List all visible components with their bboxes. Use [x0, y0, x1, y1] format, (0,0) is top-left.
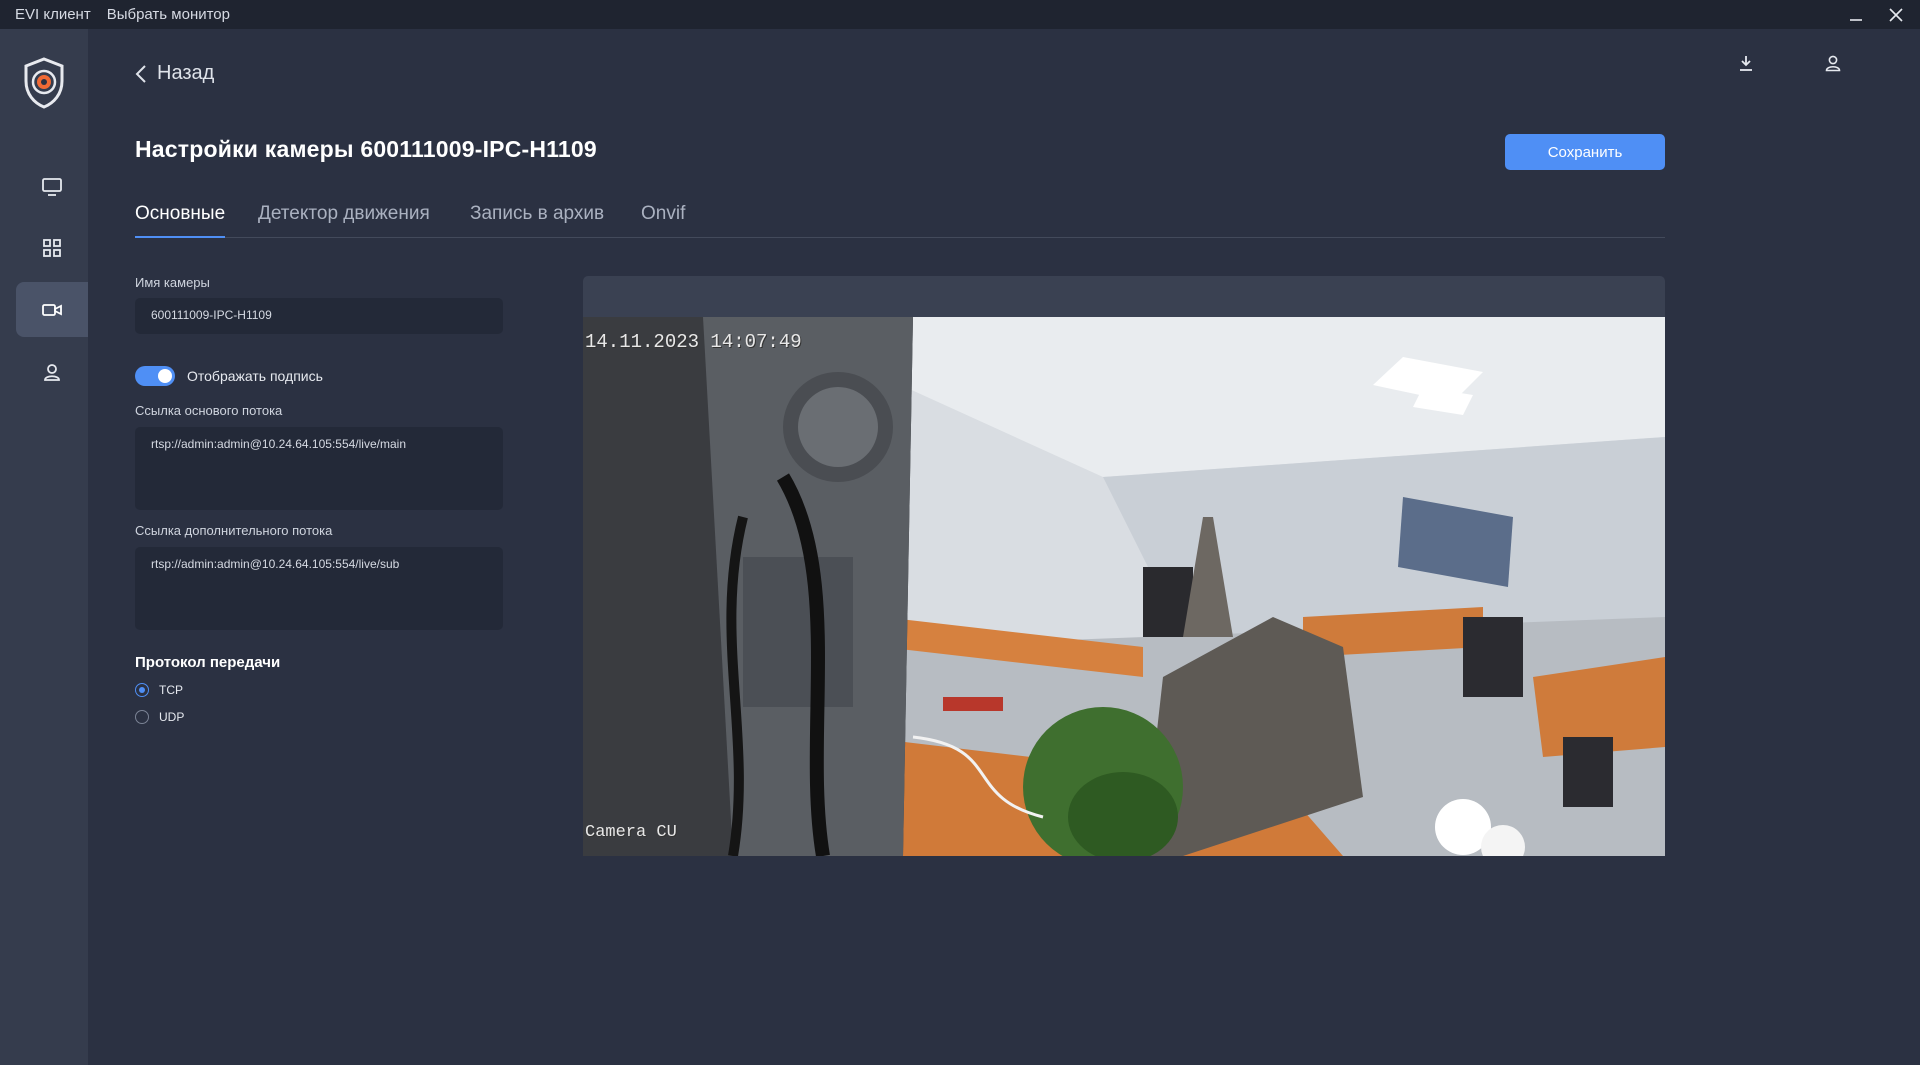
tab-archive-recording[interactable]: Запись в архив [470, 200, 604, 238]
tab-bar: Основные Детектор движения Запись в архи… [135, 200, 1665, 238]
sidebar-item-grid[interactable] [16, 220, 88, 275]
toggle-knob [158, 369, 172, 383]
grid-icon [43, 238, 61, 257]
main-stream-input[interactable]: rtsp://admin:admin@10.24.64.105:554/live… [135, 427, 503, 510]
radio-tcp[interactable] [135, 683, 149, 697]
minimize-button[interactable] [1836, 0, 1876, 29]
app-name: EVI клиент [15, 6, 91, 23]
camera-name-input[interactable]: 600111009-IPC-H1109 [135, 298, 503, 334]
sidebar-item-users[interactable] [16, 344, 88, 399]
close-icon [1889, 7, 1903, 22]
title-bar: EVI клиент Выбрать монитор [0, 0, 1920, 29]
camera-icon [42, 303, 62, 316]
download-button[interactable] [1733, 50, 1759, 76]
user-icon [44, 363, 60, 381]
sub-stream-input[interactable]: rtsp://admin:admin@10.24.64.105:554/live… [135, 547, 503, 630]
back-label: Назад [157, 62, 215, 84]
main-stream-label: Ссылка основого потока [135, 403, 283, 418]
camera-frame-image [583, 317, 1665, 856]
close-button[interactable] [1876, 0, 1916, 29]
app-logo-icon [24, 57, 64, 109]
tab-onvif[interactable]: Onvif [641, 200, 685, 238]
sidebar-item-monitor[interactable] [16, 159, 88, 214]
video-timestamp: 14.11.2023 14:07:49 [585, 331, 802, 353]
show-caption-label: Отображать подпись [187, 368, 323, 384]
camera-name-label: Имя камеры [135, 275, 210, 290]
save-button[interactable]: Сохранить [1505, 134, 1665, 170]
sidebar [0, 29, 88, 1065]
page-title: Настройки камеры 600111009-IPC-H1109 [135, 136, 597, 162]
monitor-icon [42, 177, 62, 196]
profile-icon [1825, 55, 1841, 72]
protocol-option-tcp[interactable]: TCP [135, 683, 183, 697]
chevron-left-icon [135, 64, 146, 83]
select-monitor-menu[interactable]: Выбрать монитор [107, 6, 230, 23]
show-caption-toggle[interactable] [135, 366, 175, 386]
download-icon [1740, 56, 1752, 71]
protocol-option-udp[interactable]: UDP [135, 710, 184, 724]
radio-tcp-label: TCP [159, 683, 183, 697]
camera-preview: 14.11.2023 14:07:49 Camera CU [583, 317, 1665, 856]
preview-header [583, 276, 1665, 317]
tab-general[interactable]: Основные [135, 200, 226, 238]
minimize-icon [1850, 18, 1862, 21]
radio-udp[interactable] [135, 710, 149, 724]
back-button[interactable]: Назад [135, 62, 214, 85]
protocol-title: Протокол передачи [135, 654, 281, 671]
sub-stream-label: Ссылка дополнительного потока [135, 523, 333, 538]
sidebar-item-cameras[interactable] [16, 282, 88, 337]
profile-button[interactable] [1820, 50, 1846, 76]
radio-udp-label: UDP [159, 710, 185, 724]
video-caption: Camera CU [585, 823, 677, 842]
tab-motion-detector[interactable]: Детектор движения [258, 200, 430, 238]
